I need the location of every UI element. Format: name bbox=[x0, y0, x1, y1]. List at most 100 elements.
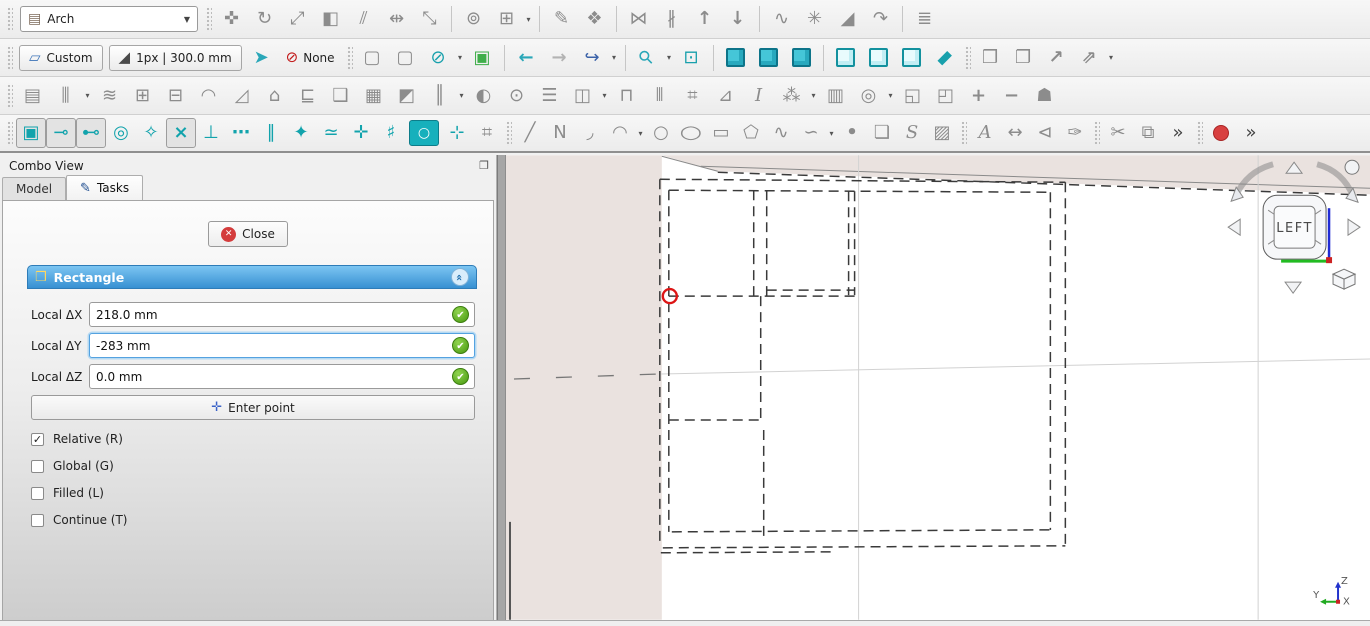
move[interactable]: ✜ bbox=[215, 4, 248, 34]
arch-pipe-tools[interactable]: ║ bbox=[423, 81, 456, 111]
arch-schedule[interactable]: ▥ bbox=[819, 81, 852, 111]
draft-bspline[interactable]: ∿ bbox=[766, 118, 796, 148]
rectangle-section-header[interactable]: ❒ Rectangle « bbox=[27, 265, 477, 289]
view-right[interactable] bbox=[785, 43, 818, 73]
offset[interactable]: ⫽ bbox=[347, 4, 380, 34]
dropdown-arrow-icon[interactable]: ▾ bbox=[1106, 43, 1117, 73]
draft-polygon[interactable]: ⬠ bbox=[736, 118, 766, 148]
scale[interactable]: ⤢ bbox=[281, 4, 314, 34]
draft-label[interactable]: ⊲ bbox=[1030, 118, 1060, 148]
draft-polyline[interactable]: N bbox=[545, 118, 575, 148]
continue-checkbox[interactable] bbox=[31, 514, 44, 527]
draft-style-custom[interactable]: ▱Custom bbox=[19, 45, 103, 71]
draft-dimension[interactable]: ↔ bbox=[1000, 118, 1030, 148]
arch-add-component[interactable]: + bbox=[962, 81, 995, 111]
dropdown-arrow-icon[interactable]: ▾ bbox=[808, 81, 819, 111]
line-width-scale[interactable]: ◢1px | 300.0 mm bbox=[109, 45, 242, 71]
panel-splitter[interactable] bbox=[497, 155, 506, 620]
arch-curtain-wall[interactable]: ⊞ bbox=[126, 81, 159, 111]
arch-stairs[interactable]: ☰ bbox=[533, 81, 566, 111]
draft-fillet[interactable]: ◞ bbox=[575, 118, 605, 148]
relative-checkbox[interactable]: ✓ bbox=[31, 433, 44, 446]
arch-cut-with-plane[interactable]: ◱ bbox=[896, 81, 929, 111]
autogroup-none[interactable]: ⊘None bbox=[278, 45, 343, 71]
snap-lock[interactable]: ▣ bbox=[16, 118, 46, 148]
nav-circle-icon[interactable] bbox=[1345, 160, 1359, 174]
arch-furniture[interactable]: ⊓ bbox=[610, 81, 643, 111]
snap-perpendicular[interactable]: ⊥ bbox=[196, 118, 226, 148]
dropdown-arrow-icon[interactable]: ▾ bbox=[885, 81, 896, 111]
tab-model[interactable]: Model bbox=[2, 177, 66, 200]
export[interactable]: ↗ bbox=[1040, 43, 1073, 73]
nav-arrow-left-icon[interactable] bbox=[1228, 219, 1240, 235]
arch-roof[interactable]: ◿ bbox=[225, 81, 258, 111]
slope[interactable]: ◢ bbox=[831, 4, 864, 34]
clone[interactable]: ⊚ bbox=[457, 4, 490, 34]
selection-mode-cube[interactable]: ▣ bbox=[466, 43, 499, 73]
apply-current-style[interactable]: ➤ bbox=[245, 43, 278, 73]
link-navigate[interactable]: ↪ bbox=[576, 43, 609, 73]
select-element-box[interactable]: ▢ bbox=[389, 43, 422, 73]
dropdown-arrow-icon[interactable]: ▾ bbox=[456, 81, 467, 111]
upgrade[interactable]: ↑ bbox=[688, 4, 721, 34]
filled-checkbox[interactable] bbox=[31, 487, 44, 500]
zoom-tool[interactable]: ⚲ bbox=[631, 43, 664, 73]
dropdown-arrow-icon[interactable]: ▾ bbox=[826, 118, 837, 148]
rotate[interactable]: ↻ bbox=[248, 4, 281, 34]
nav-arrow-down-icon[interactable] bbox=[1285, 282, 1301, 293]
toolbar-overflow[interactable]: » bbox=[1163, 118, 1193, 148]
open-folder[interactable]: ❐ bbox=[1007, 43, 1040, 73]
snap-midpoint[interactable]: ⊷ bbox=[76, 118, 106, 148]
draft-text[interactable]: A bbox=[970, 118, 1000, 148]
view-front[interactable] bbox=[719, 43, 752, 73]
snap-extension[interactable]: ⋯ bbox=[226, 118, 256, 148]
viewport-3d[interactable]: LEFT Z Y X bbox=[506, 155, 1370, 620]
local-x-input[interactable] bbox=[90, 308, 474, 322]
record-indicator[interactable] bbox=[1206, 118, 1236, 148]
draft-arc[interactable]: ◠ bbox=[605, 118, 635, 148]
view-rear[interactable] bbox=[829, 43, 862, 73]
arch-rebar[interactable]: ≋ bbox=[93, 81, 126, 111]
toggle-grid[interactable]: ⌗ bbox=[472, 118, 502, 148]
snap-near[interactable]: ≃ bbox=[316, 118, 346, 148]
fit-all[interactable]: ⊡ bbox=[675, 43, 708, 73]
downgrade[interactable]: ↓ bbox=[721, 4, 754, 34]
layer[interactable]: ≣ bbox=[908, 4, 941, 34]
draft-shapestring[interactable]: S bbox=[897, 118, 927, 148]
nav-arrow-right-icon[interactable] bbox=[1348, 219, 1360, 235]
arch-space[interactable]: ❑ bbox=[324, 81, 357, 111]
close-button[interactable]: ✕ Close bbox=[208, 221, 288, 247]
arch-cut-plane[interactable]: ◰ bbox=[929, 81, 962, 111]
unselect[interactable]: ⊘ bbox=[422, 43, 455, 73]
view-top[interactable] bbox=[752, 43, 785, 73]
arch-truss[interactable]: ⊿ bbox=[709, 81, 742, 111]
measure[interactable]: ▬ bbox=[928, 43, 961, 73]
arch-material[interactable]: ⁂ bbox=[775, 81, 808, 111]
arch-building[interactable]: ⌂ bbox=[258, 81, 291, 111]
dropdown-arrow-icon[interactable]: ▾ bbox=[664, 43, 675, 73]
nav-mini-cube-icon[interactable] bbox=[1333, 269, 1355, 289]
snap-intersection[interactable]: × bbox=[166, 118, 196, 148]
nav-back[interactable]: ← bbox=[510, 43, 543, 73]
nav-forward[interactable]: → bbox=[543, 43, 576, 73]
cut[interactable]: ✂ bbox=[1103, 118, 1133, 148]
arch-fence[interactable]: ⌗ bbox=[676, 81, 709, 111]
snap-parallel[interactable]: ∥ bbox=[256, 118, 286, 148]
float-panel-icon[interactable]: ❐ bbox=[479, 159, 489, 172]
tab-tasks[interactable]: ✎Tasks bbox=[66, 175, 143, 200]
arch-reference[interactable]: ◠ bbox=[192, 81, 225, 111]
dropdown-arrow-icon[interactable]: ▾ bbox=[455, 43, 466, 73]
draft-ellipse[interactable]: ○ bbox=[676, 118, 706, 148]
draft-point[interactable]: • bbox=[837, 118, 867, 148]
workbench-selector[interactable]: ▤Arch▼ bbox=[20, 6, 198, 32]
draft-line[interactable]: ╱ bbox=[515, 118, 545, 148]
arch-pipe[interactable]: ◎ bbox=[852, 81, 885, 111]
view-bottom[interactable] bbox=[862, 43, 895, 73]
flip-direction[interactable]: ↷ bbox=[864, 4, 897, 34]
draft-circle[interactable]: ○ bbox=[646, 118, 676, 148]
local-z-input[interactable] bbox=[90, 370, 474, 384]
array[interactable]: ⊞ bbox=[490, 4, 523, 34]
snap-grid[interactable]: ♯ bbox=[376, 118, 406, 148]
annotation-styles[interactable]: ✑ bbox=[1060, 118, 1090, 148]
mirror[interactable]: ◧ bbox=[314, 4, 347, 34]
